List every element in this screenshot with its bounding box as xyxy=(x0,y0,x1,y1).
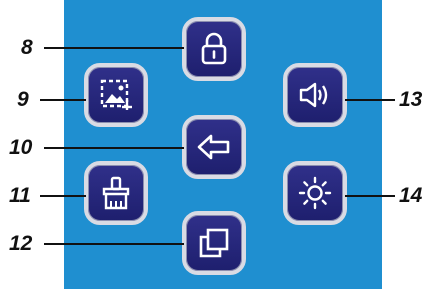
recent-apps-icon xyxy=(199,228,229,258)
callout-line-brightness xyxy=(345,195,395,197)
recent-apps-button[interactable] xyxy=(182,211,246,275)
callout-number-recent-apps: 12 xyxy=(9,232,33,255)
lock-button[interactable] xyxy=(182,17,246,81)
brightness-icon xyxy=(298,176,332,210)
volume-button[interactable] xyxy=(283,63,347,127)
callout-number-clean: 11 xyxy=(9,184,31,207)
clean-button[interactable] xyxy=(84,161,148,225)
callout-number-back: 10 xyxy=(9,136,33,159)
back-button[interactable] xyxy=(182,115,246,179)
callout-number-volume: 13 xyxy=(399,88,423,111)
callout-number-brightness: 14 xyxy=(399,184,423,207)
callout-line-lock xyxy=(44,47,184,49)
broom-icon xyxy=(102,176,130,210)
callout-line-clean xyxy=(40,195,86,197)
lock-icon xyxy=(201,32,227,65)
brightness-button[interactable] xyxy=(283,161,347,225)
callout-line-recent-apps xyxy=(44,243,184,245)
callout-line-screenshot xyxy=(40,99,86,101)
back-arrow-icon xyxy=(197,134,230,160)
screenshot-icon xyxy=(100,79,132,110)
screenshot-button[interactable] xyxy=(84,63,148,127)
callout-number-screenshot: 9 xyxy=(17,88,29,111)
callout-line-back xyxy=(44,147,184,149)
callout-number-lock: 8 xyxy=(21,36,33,59)
callout-line-volume xyxy=(345,99,395,101)
volume-icon xyxy=(299,82,328,108)
